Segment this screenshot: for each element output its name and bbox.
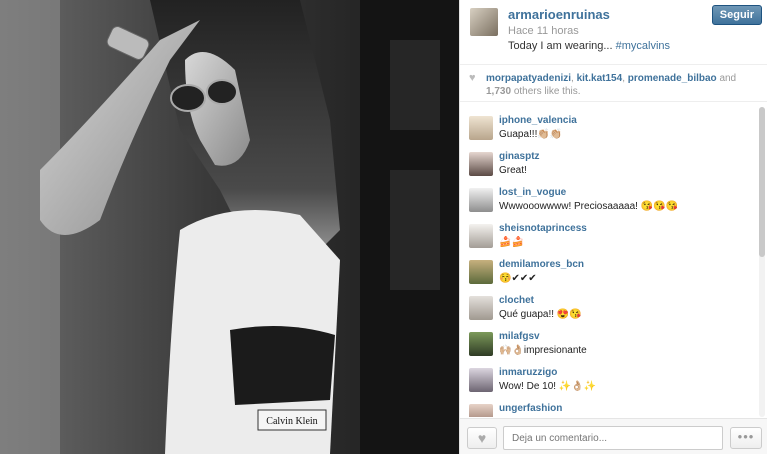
likes-summary: ♥ morpapatyadenizi, kit.kat154, promenad… xyxy=(460,64,767,102)
comment-text: Great! xyxy=(499,165,527,176)
commenter-username[interactable]: demilamores_bcn xyxy=(499,259,584,270)
likes-count[interactable]: 1,730 xyxy=(486,86,511,97)
commenter-avatar[interactable] xyxy=(469,260,493,284)
comments-list: iphone_valencia Guapa!!!👏🏼👏🏼 ginasptz Gr… xyxy=(460,107,760,417)
photo-illustration: Calvin Klein xyxy=(0,0,459,454)
comment-item: clochet Qué guapa!! 😍😘 xyxy=(460,294,760,330)
comment-item: ungerfashion xyxy=(460,402,760,417)
post-details-panel: armarioenruinas Hace 11 horas Today I am… xyxy=(459,0,767,454)
commenter-avatar[interactable] xyxy=(469,296,493,320)
post-timestamp[interactable]: Hace 11 horas xyxy=(508,25,579,37)
likes-suffix: others like this. xyxy=(513,86,581,97)
caption-text: Today I am wearing... xyxy=(508,40,613,52)
post-photo[interactable]: Calvin Klein xyxy=(0,0,459,454)
commenter-avatar[interactable] xyxy=(469,332,493,356)
commenter-avatar[interactable] xyxy=(469,224,493,248)
comment-text: Wow! De 10! ✨👌🏼✨ xyxy=(499,381,597,392)
comment-item: demilamores_bcn 😚✔✔✔ xyxy=(460,258,760,294)
heart-icon: ♥ xyxy=(477,430,487,446)
commenter-username[interactable]: lost_in_vogue xyxy=(499,187,566,198)
comment-item: inmaruzzigo Wow! De 10! ✨👌🏼✨ xyxy=(460,366,760,402)
comment-item: milafgsv 🙌🏼👌🏼impresionante xyxy=(460,330,760,366)
likes-text: morpapatyadenizi, kit.kat154, promenade_… xyxy=(486,73,737,97)
commenter-username[interactable]: sheisnotaprincess xyxy=(499,223,587,234)
likes-and: and xyxy=(719,73,737,84)
comment-footer: ♥ ••• xyxy=(460,418,767,454)
comment-text: 🍰🍰 xyxy=(499,237,524,248)
commenter-username[interactable]: ginasptz xyxy=(499,151,540,162)
comment-input[interactable] xyxy=(503,426,723,450)
photo-brand-text: Calvin Klein xyxy=(266,416,317,427)
like-user[interactable]: kit.kat154 xyxy=(577,73,623,84)
scrollbar-thumb[interactable] xyxy=(759,107,765,257)
comment-item: ginasptz Great! xyxy=(460,150,760,186)
commenter-username[interactable]: iphone_valencia xyxy=(499,115,577,126)
caption-hashtag[interactable]: #mycalvins xyxy=(616,40,670,52)
like-user[interactable]: promenade_bilbao xyxy=(628,73,717,84)
follow-button[interactable]: Seguir xyxy=(711,5,762,25)
post-header: armarioenruinas Hace 11 horas Today I am… xyxy=(460,0,767,64)
more-options-button[interactable]: ••• xyxy=(730,427,762,449)
like-user[interactable]: morpapatyadenizi xyxy=(486,73,571,84)
author-username[interactable]: armarioenruinas xyxy=(508,7,610,22)
comment-text: Guapa!!!👏🏼👏🏼 xyxy=(499,129,563,140)
like-button[interactable]: ♥ xyxy=(467,427,497,449)
commenter-avatar[interactable] xyxy=(469,116,493,140)
commenter-username[interactable]: clochet xyxy=(499,295,534,306)
comment-item: iphone_valencia Guapa!!!👏🏼👏🏼 xyxy=(460,114,760,150)
comment-item: lost_in_vogue Wwwooowwww! Preciosaaaaa! … xyxy=(460,186,760,222)
commenter-username[interactable]: ungerfashion xyxy=(499,403,562,414)
post-caption: Today I am wearing... #mycalvins xyxy=(508,40,670,52)
heart-icon: ♥ xyxy=(469,72,476,84)
author-avatar[interactable] xyxy=(470,8,498,36)
comment-text: 😚✔✔✔ xyxy=(499,273,537,284)
commenter-avatar[interactable] xyxy=(469,368,493,392)
commenter-avatar[interactable] xyxy=(469,188,493,212)
comment-text: Qué guapa!! 😍😘 xyxy=(499,309,582,320)
commenter-avatar[interactable] xyxy=(469,404,493,417)
commenter-username[interactable]: milafgsv xyxy=(499,331,540,342)
comment-text: 🙌🏼👌🏼impresionante xyxy=(499,345,587,356)
commenter-username[interactable]: inmaruzzigo xyxy=(499,367,557,378)
comment-text: Wwwooowwww! Preciosaaaaa! 😘😘😘 xyxy=(499,201,679,212)
commenter-avatar[interactable] xyxy=(469,152,493,176)
comment-item: sheisnotaprincess 🍰🍰 xyxy=(460,222,760,258)
comments-scrollbar[interactable] xyxy=(759,107,765,417)
